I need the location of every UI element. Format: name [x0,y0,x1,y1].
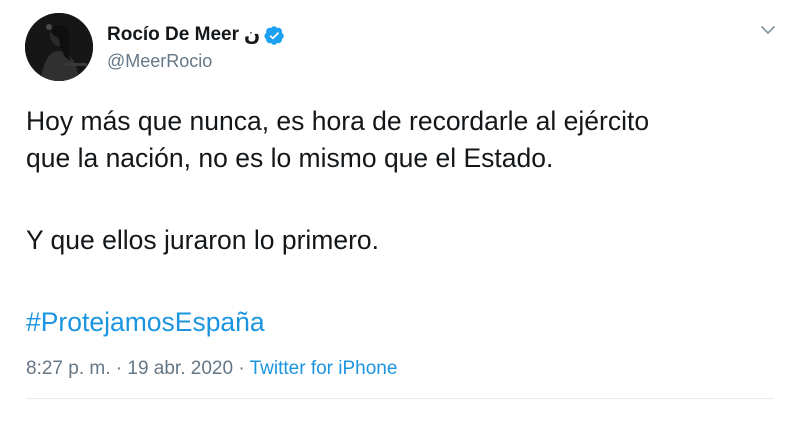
meta-separator: · [233,358,250,379]
avatar[interactable] [25,13,93,81]
tweet-time[interactable]: 8:27 p. m. [26,358,111,379]
divider [26,398,774,399]
name-emoji: ن [243,24,261,46]
verified-badge-icon [264,25,284,45]
tweet-text: Hoy más que nunca, es hora de recordarle… [26,103,774,341]
tweet-text-line: Y que ellos juraron lo primero. [26,225,380,255]
display-name-row: Rocío De Meer ن [107,22,285,48]
author-handle[interactable]: @MeerRocio [107,51,285,72]
tweet-source-link[interactable]: Twitter for iPhone [250,358,398,379]
tweet-date[interactable]: 19 abr. 2020 [127,358,233,379]
meta-separator: · [110,358,128,379]
author-names: Rocío De Meer ن @MeerRocio [107,22,285,72]
display-name[interactable]: Rocío De Meer [107,24,239,46]
tweet-text-line: que la nación, no es lo mismo que el Est… [26,143,554,173]
chevron-down-icon[interactable] [758,20,778,40]
tweet-card: Rocío De Meer ن @MeerRocio Hoy más que n… [0,0,800,428]
tweet-text-line: Hoy más que nunca, es hora de recordarle… [26,106,650,136]
tweet-meta: 8:27 p. m. · 19 abr. 2020 · Twitter for … [26,358,397,380]
tweet-header: Rocío De Meer ن @MeerRocio [25,13,285,81]
avatar-image [25,13,93,81]
hashtag-link[interactable]: #ProtejamosEspaña [26,307,265,337]
